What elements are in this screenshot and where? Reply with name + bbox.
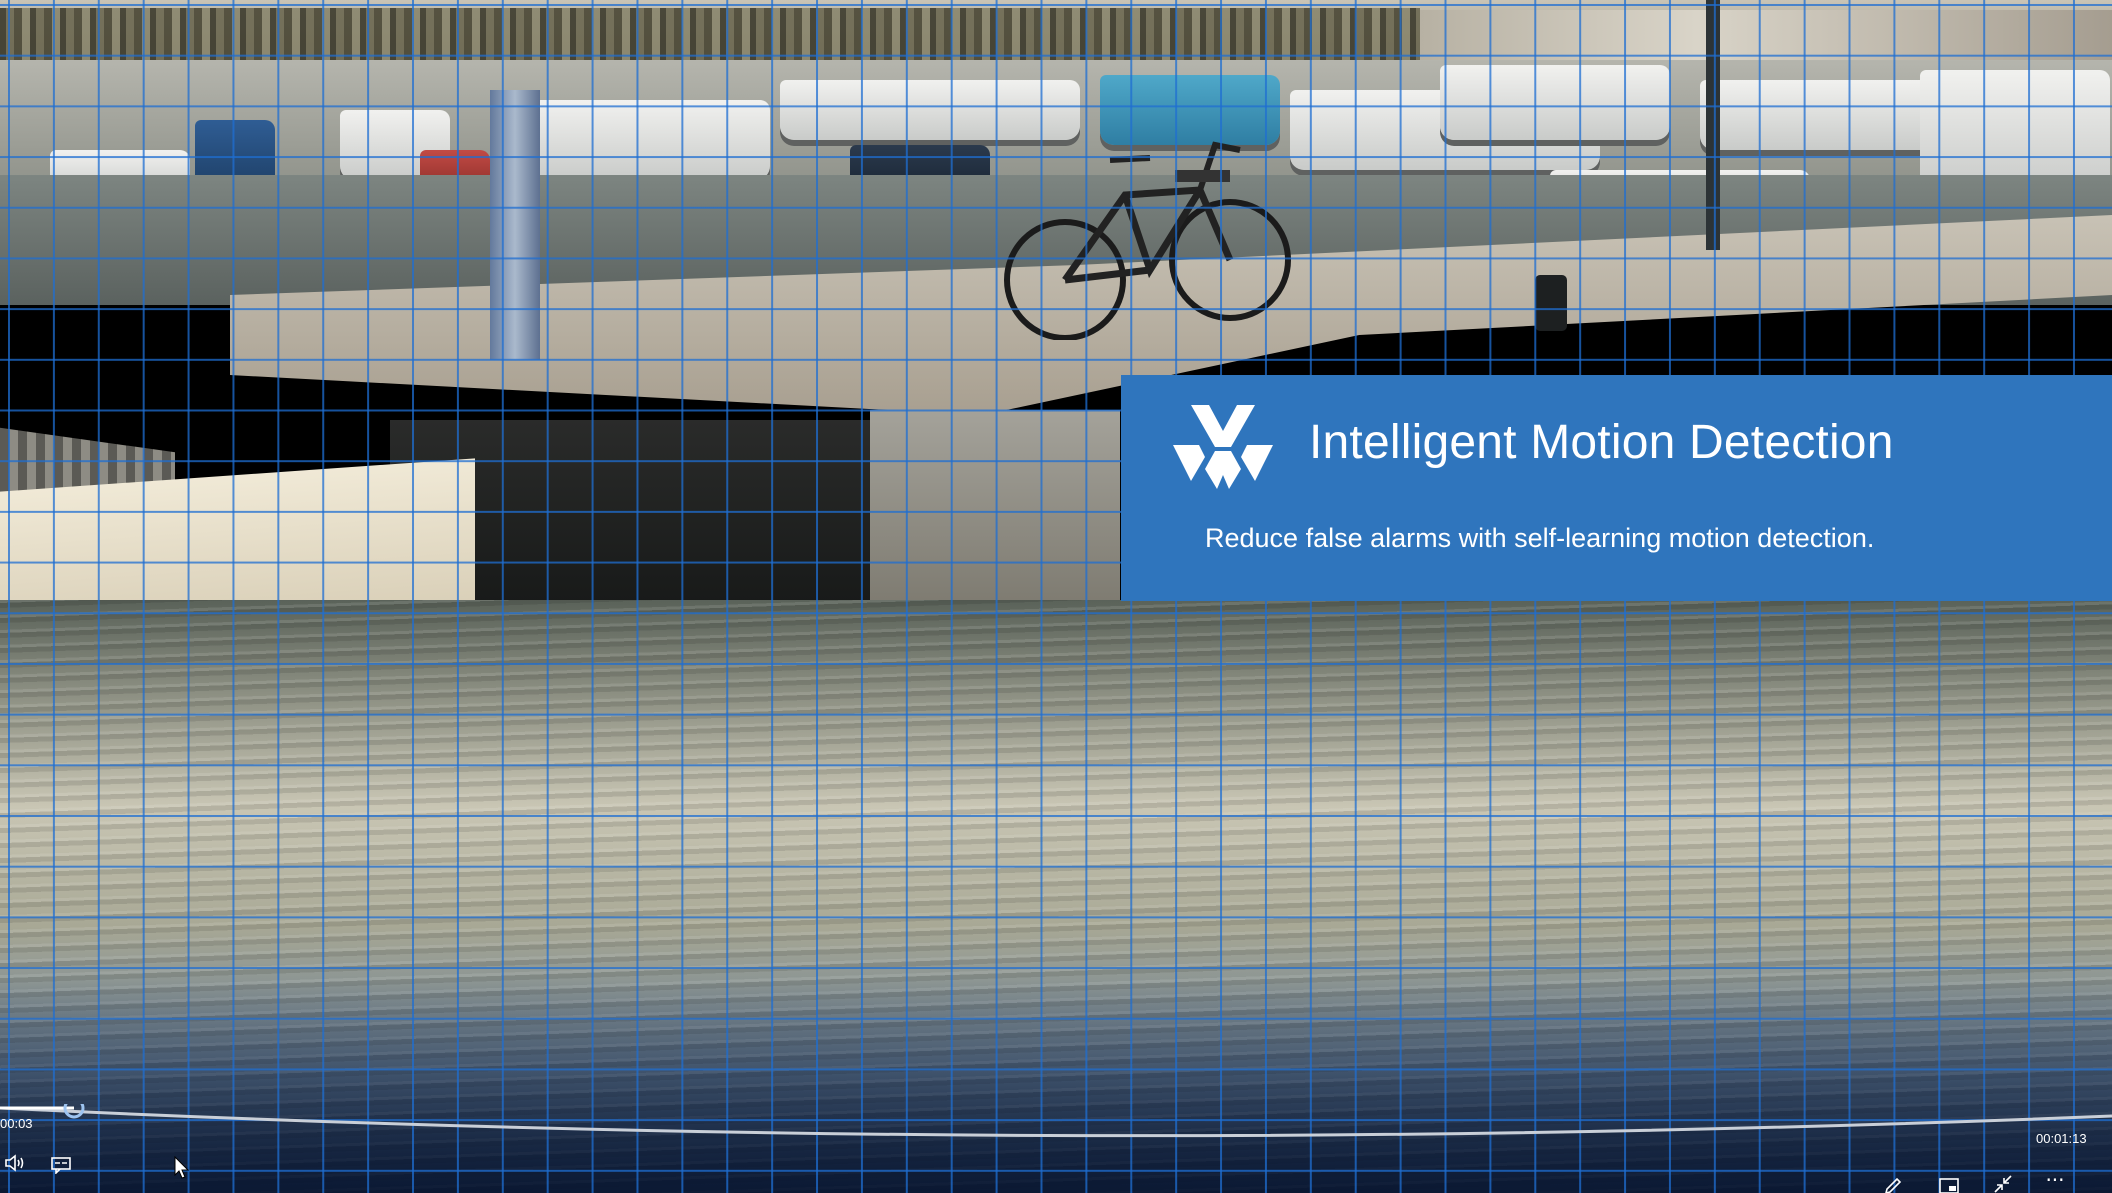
- boat: [1440, 65, 1670, 140]
- boat: [530, 100, 770, 180]
- collapse-button[interactable]: [1988, 1170, 2018, 1193]
- pier-side: [870, 410, 1120, 600]
- miniplayer-icon: [1939, 1178, 1959, 1193]
- boat: [1920, 70, 2110, 190]
- seek-bar[interactable]: [0, 1104, 2112, 1144]
- miniplayer-button[interactable]: [1934, 1172, 1964, 1193]
- edit-button[interactable]: [1878, 1172, 1908, 1193]
- time-remaining: 00:01:13: [2036, 1131, 2087, 1146]
- banner-subtitle: Reduce false alarms with self-learning m…: [1205, 523, 1875, 553]
- pencil-icon: [1885, 1177, 1902, 1193]
- bicycle-icon: [1004, 141, 1291, 340]
- banner-title: Intelligent Motion Detection: [1309, 416, 1894, 469]
- more-button[interactable]: ···: [2040, 1166, 2070, 1193]
- water-shade: [0, 980, 2112, 1193]
- more-icon: ···: [2045, 1168, 2065, 1192]
- mooring-pole: [490, 90, 540, 360]
- captions-icon: [51, 1157, 71, 1174]
- boat: [1700, 80, 1940, 150]
- captions-button[interactable]: [46, 1151, 76, 1179]
- time-elapsed: 00:03: [0, 1116, 33, 1131]
- brand-logo-icon: [1173, 405, 1273, 489]
- lamp-pole: [1706, 0, 1720, 250]
- collapse-icon: [1994, 1175, 2012, 1193]
- info-banner: Intelligent Motion Detection Reduce fals…: [1121, 375, 2112, 601]
- bollard: [1535, 275, 1567, 331]
- volume-button[interactable]: [0, 1149, 30, 1177]
- volume-icon: [5, 1154, 24, 1172]
- mouse-cursor-icon: [174, 1156, 190, 1179]
- video-frame[interactable]: Intelligent Motion Detection Reduce fals…: [0, 0, 2112, 1193]
